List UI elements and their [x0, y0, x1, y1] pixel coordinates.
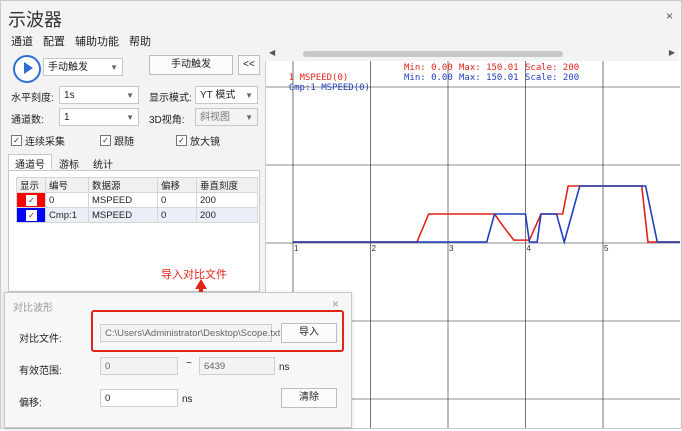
follow-checkbox[interactable]: ✓ 跟随: [100, 133, 134, 148]
view3d-label: 3D视角:: [149, 115, 185, 126]
x-tick-label: 4: [527, 244, 532, 253]
menu-bar: 通道 配置 辅助功能 帮助: [11, 33, 151, 49]
channel-id: 0: [45, 192, 89, 208]
panel-tabs: 通道号 游标 统计: [8, 154, 258, 171]
horizontal-scrollbar[interactable]: ◀ ▶: [265, 47, 679, 61]
horizontal-scale-select[interactable]: 1s ▼: [59, 86, 139, 104]
continuous-checkbox[interactable]: ✓ 连续采集: [11, 133, 65, 148]
close-icon[interactable]: ×: [666, 9, 673, 23]
play-icon[interactable]: [13, 55, 41, 83]
channel-scale[interactable]: 200: [196, 192, 258, 208]
channel-scale[interactable]: 200: [196, 207, 258, 223]
window-title: 示波器: [8, 10, 62, 30]
tab-stats[interactable]: 统计: [86, 154, 120, 171]
view3d-select: 斜视图 ▼: [195, 108, 258, 126]
legend-scale-2: Scale: 200: [525, 73, 580, 83]
range-label: 有效范围:: [19, 366, 62, 377]
trigger-mode-select[interactable]: 手动触发 ▼: [43, 58, 123, 76]
highlight-box: [91, 310, 344, 352]
display-mode-select[interactable]: YT 模式 ▼: [195, 86, 258, 104]
series-line-ch1: [293, 185, 682, 243]
column-header: 数据源: [88, 177, 158, 193]
dialog-title: 对比波形: [13, 303, 53, 314]
scroll-right-icon[interactable]: ▶: [669, 48, 675, 57]
offset-label: 偏移:: [19, 398, 42, 409]
channel-source: MSPEED: [88, 207, 158, 223]
x-tick-label: 1: [294, 244, 299, 253]
oscilloscope-window: 示波器 × 通道 配置 辅助功能 帮助 手动触发 ▼ 手动触发 << 水平刻度: …: [0, 0, 682, 429]
horizontal-scale-label: 水平刻度:: [11, 93, 54, 104]
check-icon: ✓: [176, 135, 187, 146]
display-mode-label: 显示模式:: [149, 93, 192, 104]
clear-button[interactable]: 清除: [281, 388, 337, 408]
check-icon: ✓: [11, 135, 22, 146]
tab-channel[interactable]: 通道号: [8, 154, 52, 171]
x-tick-label: 3: [449, 244, 454, 253]
range-end-field[interactable]: 6439: [199, 357, 275, 375]
column-header: 显示: [16, 177, 46, 193]
magnifier-checkbox[interactable]: ✓ 放大镜: [176, 133, 220, 148]
close-icon[interactable]: ×: [332, 297, 339, 311]
legend-min-2: Min: 0.00: [404, 73, 453, 83]
column-header: 偏移: [157, 177, 197, 193]
channel-count-label: 通道数:: [11, 115, 44, 126]
legend-max-2: Max: 150.01: [459, 73, 519, 83]
collapse-button[interactable]: <<: [238, 55, 260, 75]
channel-count-select[interactable]: 1 ▼: [59, 108, 139, 126]
x-tick-label: 2: [372, 244, 377, 253]
range-unit: ns: [279, 362, 290, 373]
file-label: 对比文件:: [19, 334, 62, 345]
table-row[interactable]: ✓ 0 MSPEED 0 200: [16, 192, 258, 208]
legend-scale-1: Scale: 200: [525, 63, 580, 73]
x-tick-label: 5: [604, 244, 609, 253]
channel-offset[interactable]: 0: [157, 207, 197, 223]
offset-field[interactable]: 0: [100, 389, 178, 407]
check-icon[interactable]: ✓: [26, 195, 37, 206]
column-header: 编号: [45, 177, 89, 193]
table-row[interactable]: ✓ Cmp:1 MSPEED 0 200: [16, 207, 258, 223]
manual-trigger-button[interactable]: 手动触发: [149, 55, 233, 75]
tab-cursor[interactable]: 游标: [52, 154, 86, 171]
offset-unit: ns: [182, 394, 193, 405]
menu-tools[interactable]: 辅助功能: [75, 33, 119, 49]
check-icon: ✓: [100, 135, 111, 146]
legend-max-1: Max: 150.01: [459, 63, 519, 73]
legend-name: Cmp:1 MSPEED(0): [288, 83, 370, 93]
legend-min-1: Min: 0.00: [404, 63, 453, 73]
channel-source: MSPEED: [88, 192, 158, 208]
menu-config[interactable]: 配置: [43, 33, 65, 49]
channel-color-swatch[interactable]: ✓: [17, 193, 45, 207]
menu-help[interactable]: 帮助: [129, 33, 151, 49]
legend-row-2: Cmp:1 MSPEED(0): [267, 73, 370, 103]
channel-table: 显示 编号 数据源 偏移 垂直刻度 ✓ 0 MSPEED 0 200 ✓ Cmp…: [16, 177, 258, 223]
range-separator: ~: [186, 358, 192, 369]
check-icon[interactable]: ✓: [26, 210, 37, 221]
scroll-thumb[interactable]: [303, 51, 563, 57]
column-header: 垂直刻度: [196, 177, 258, 193]
scroll-left-icon[interactable]: ◀: [269, 48, 275, 57]
channel-id: Cmp:1: [45, 207, 89, 223]
channel-color-swatch[interactable]: ✓: [17, 208, 45, 222]
range-start-field[interactable]: 0: [100, 357, 178, 375]
channel-offset[interactable]: 0: [157, 192, 197, 208]
menu-channel[interactable]: 通道: [11, 33, 33, 49]
